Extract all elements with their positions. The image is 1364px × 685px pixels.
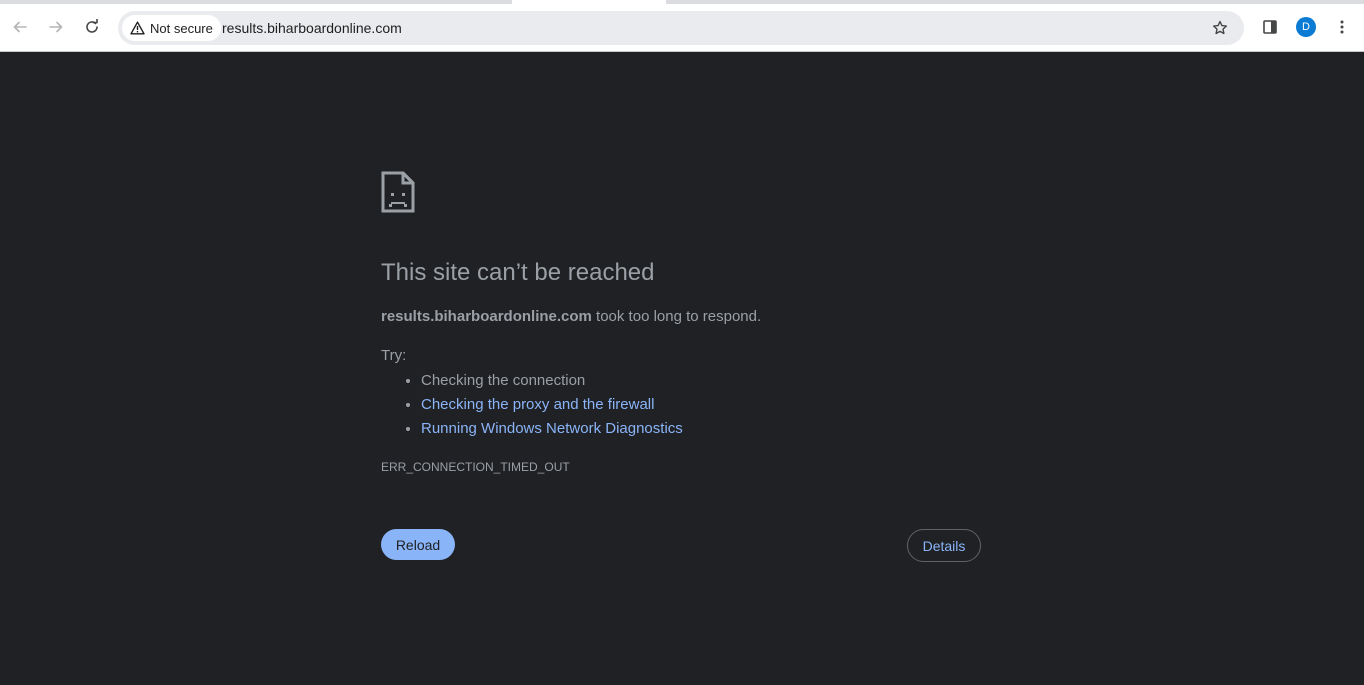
warning-triangle-icon [130,21,145,35]
profile-button[interactable]: D [1292,13,1320,41]
security-label: Not secure [150,20,213,36]
error-heading: This site can’t be reached [381,259,655,286]
error-summary-suffix: took too long to respond. [591,308,762,325]
side-panel-button[interactable] [1256,13,1284,41]
arrow-right-icon [49,21,63,33]
suggestion-check-proxy-link[interactable]: Checking the proxy and the firewall [421,393,683,417]
security-chip[interactable]: Not secure [122,15,221,41]
kebab-menu-icon [1340,20,1344,34]
avatar: D [1296,17,1316,37]
sad-page-icon [381,171,415,213]
error-host: results.biharboardonline.com [381,308,592,325]
error-summary: results.biharboardonline.com took too lo… [381,308,761,325]
suggestion-check-connection: Checking the connection [421,369,683,393]
reload-button[interactable] [78,13,106,41]
details-button[interactable]: Details [907,529,981,562]
menu-button[interactable] [1328,13,1356,41]
star-icon [1213,20,1227,35]
reload-icon [86,19,98,33]
side-panel-icon [1263,20,1277,34]
error-code: ERR_CONNECTION_TIMED_OUT [381,460,570,474]
tab-strip [0,0,512,4]
suggestion-list: Checking the connection Checking the pro… [381,369,683,441]
address-bar[interactable]: Not secure results.biharboardonline.com [118,11,1244,45]
tab-strip-right [666,0,1364,4]
arrow-left-icon [13,21,27,33]
bookmark-button[interactable] [1208,16,1232,40]
back-button[interactable] [6,13,34,41]
browser-toolbar: Not secure results.biharboardonline.com … [0,0,1364,52]
forward-button[interactable] [42,13,70,41]
reload-page-button[interactable]: Reload [381,529,455,560]
url-text[interactable]: results.biharboardonline.com [222,11,402,45]
try-label: Try: [381,347,407,364]
suggestion-network-diagnostics-link[interactable]: Running Windows Network Diagnostics [421,417,683,441]
